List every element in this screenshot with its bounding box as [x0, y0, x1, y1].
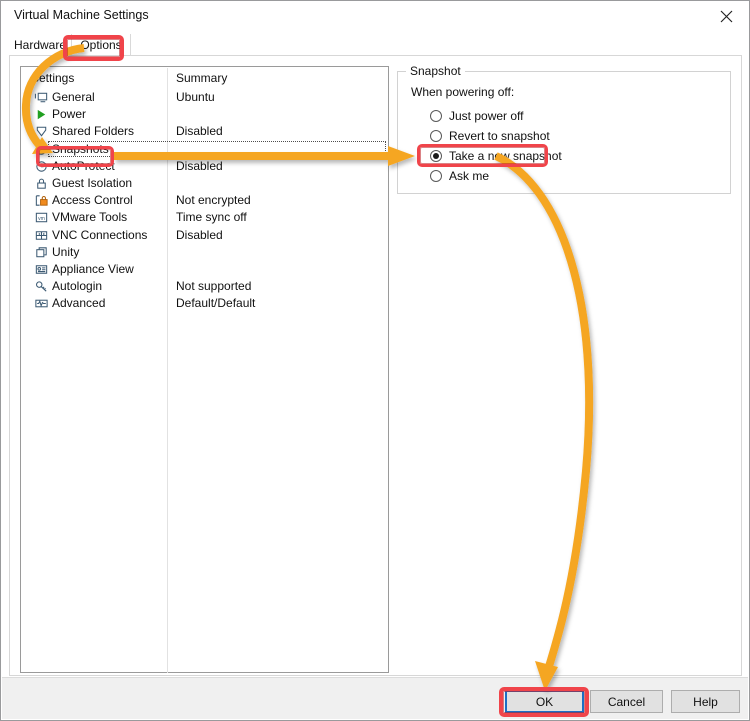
table-row[interactable]: vm VMware Tools Time sync off	[21, 209, 388, 226]
setting-name: General	[52, 90, 95, 104]
setting-name: Appliance View	[52, 261, 134, 276]
setting-name: Autologin	[52, 279, 103, 294]
tab-hardware-label: Hardware	[13, 38, 67, 52]
ok-button-label: OK	[535, 694, 554, 709]
table-row[interactable]: Shared Folders Disabled	[21, 123, 388, 140]
radio-option[interactable]: Take a new snapshot	[430, 146, 562, 166]
radio-button[interactable]	[430, 150, 442, 162]
radio-option-label: Take a new snapshot	[449, 149, 562, 163]
setting-summary: Ubuntu	[176, 90, 215, 104]
padlock-icon	[34, 176, 49, 191]
setting-name: Shared Folders	[52, 124, 135, 139]
setting-summary: Not encrypted	[176, 193, 251, 208]
setting-name: VNC Connections	[52, 227, 148, 242]
when-powering-off-label: When powering off:	[411, 85, 515, 99]
setting-summary: Disabled	[176, 158, 223, 173]
cancel-button[interactable]: Cancel	[590, 690, 663, 713]
tab-options[interactable]: Options	[71, 34, 131, 56]
setting-name: Snapshots	[52, 141, 109, 156]
dialog-footer: OK Cancel Help	[2, 677, 748, 719]
table-row[interactable]: Guest Isolation	[21, 175, 388, 192]
clock-snapshot-icon	[34, 142, 49, 157]
radio-option-label: Ask me	[449, 169, 490, 183]
tab-hardware[interactable]: Hardware	[9, 34, 71, 56]
radio-button[interactable]	[430, 130, 442, 142]
table-row[interactable]: General Ubuntu	[21, 89, 388, 106]
radio-option-label: Revert to snapshot	[449, 129, 550, 143]
vm-badge-icon: vm	[34, 210, 49, 225]
virtual-machine-settings-dialog: Virtual Machine Settings Hardware Option…	[0, 0, 750, 721]
table-row[interactable]: Access Control Not encrypted	[21, 192, 388, 209]
options-panel: Settings Summary General Ubuntu Power Share…	[9, 56, 742, 676]
column-header-settings: Settings	[31, 71, 75, 85]
ok-button[interactable]: OK	[505, 690, 584, 713]
setting-name: Guest Isolation	[52, 175, 133, 190]
table-row[interactable]: Appliance View	[21, 261, 388, 278]
settings-list[interactable]: Settings Summary General Ubuntu Power Share…	[20, 66, 389, 673]
folder-shared-icon	[34, 124, 49, 139]
table-row[interactable]: Autologin Not supported	[21, 278, 388, 295]
snapshot-group-box: Snapshot When powering off: Just power o…	[397, 64, 731, 194]
list-header: Settings Summary	[21, 67, 388, 89]
radio-button[interactable]	[430, 170, 442, 182]
cancel-button-label: Cancel	[607, 694, 646, 709]
play-triangle-icon	[34, 107, 49, 122]
column-header-summary: Summary	[176, 71, 228, 85]
tab-options-label: Options	[80, 38, 122, 52]
waveform-icon	[34, 296, 49, 311]
setting-name: VMware Tools	[52, 210, 128, 225]
svg-text:vm: vm	[38, 216, 45, 222]
appliance-view-icon	[34, 262, 49, 277]
title-bar: Virtual Machine Settings	[1, 1, 749, 32]
table-row[interactable]: Snapshots	[21, 140, 388, 158]
tab-strip: Hardware Options	[9, 34, 742, 56]
setting-name: Unity	[52, 244, 80, 259]
close-icon[interactable]	[704, 1, 749, 31]
lock-orange-icon	[34, 193, 49, 208]
radio-option[interactable]: Revert to snapshot	[430, 126, 550, 146]
table-row[interactable]: Power	[21, 106, 388, 123]
window-title: Virtual Machine Settings	[14, 8, 149, 22]
setting-name: AutoProtect	[52, 158, 115, 173]
radio-option[interactable]: Just power off	[430, 106, 523, 126]
setting-name: Advanced	[52, 296, 106, 311]
table-row[interactable]: Unity	[21, 244, 388, 261]
autologin-key-icon	[34, 279, 49, 294]
clock-back-icon	[34, 159, 49, 174]
table-row[interactable]: AutoProtect Disabled	[21, 158, 388, 175]
unity-windows-icon	[34, 245, 49, 260]
snapshot-group-legend: Snapshot	[406, 64, 465, 78]
setting-summary: Disabled	[176, 227, 223, 242]
help-button-label: Help	[693, 694, 718, 709]
setting-summary: Not supported	[176, 279, 252, 294]
list-rows: General Ubuntu Power Shared Folders Disabled…	[21, 89, 388, 312]
radio-option-label: Just power off	[449, 109, 524, 123]
radio-option[interactable]: Ask me	[430, 166, 489, 186]
table-row[interactable]: VNC Connections Disabled	[21, 227, 388, 244]
setting-name: Power	[52, 107, 87, 122]
table-row[interactable]: Advanced Default/Default	[21, 295, 388, 312]
monitor-icon	[34, 90, 49, 105]
setting-summary: Default/Default	[176, 296, 256, 311]
setting-name: Access Control	[52, 193, 133, 208]
setting-summary: Disabled	[176, 124, 223, 139]
setting-summary: Time sync off	[176, 210, 247, 225]
network-vnc-icon	[34, 228, 49, 243]
help-button[interactable]: Help	[671, 690, 740, 713]
radio-button[interactable]	[430, 110, 442, 122]
